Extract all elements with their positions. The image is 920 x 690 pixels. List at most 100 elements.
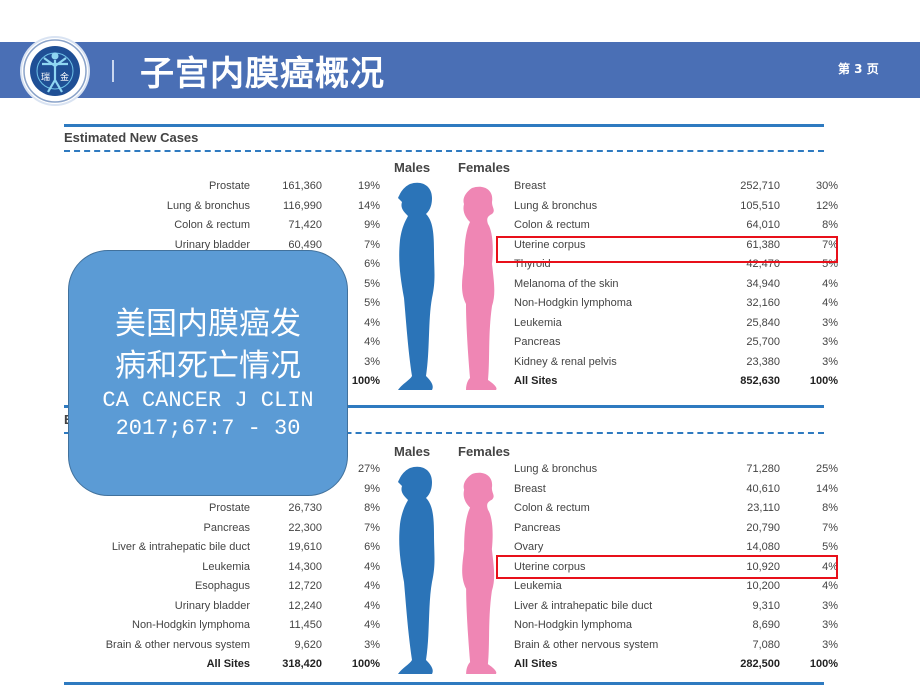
table-row: Liver & intrahepatic bile duct 19,610 6%	[0, 541, 380, 560]
table-row: All Sites 318,420 100%	[0, 658, 380, 677]
cell-count: 161,360	[282, 180, 322, 192]
header-bar	[0, 42, 920, 98]
male-silhouette-icon	[398, 182, 435, 390]
cell-pct: 5%	[822, 541, 838, 553]
table-row: Pancreas 20,790 7%	[514, 522, 844, 541]
table-row: Breast 252,710 30%	[514, 180, 844, 199]
cell-count: 852,630	[740, 375, 780, 387]
table-row: Kidney & renal pelvis 23,380 3%	[514, 356, 844, 375]
table-row: All Sites 282,500 100%	[514, 658, 844, 677]
table-row: Lung & bronchus 116,990 14%	[0, 200, 380, 219]
cell-pct: 4%	[364, 599, 380, 612]
uterine-corpus-highlight-deaths	[496, 555, 838, 579]
cell-pct: 4%	[364, 560, 380, 573]
callout-line-2: 病和死亡情况	[115, 348, 301, 384]
cell-count: 8,690	[752, 619, 780, 631]
table-row: Prostate 161,360 19%	[0, 180, 380, 199]
cell-pct: 14%	[357, 199, 380, 212]
callout-box: 美国内膜癌发 病和死亡情况 CA CANCER J CLIN 2017;67:7…	[68, 250, 348, 496]
cell-pct: 14%	[815, 482, 838, 495]
cell-count: 25,840	[746, 316, 780, 329]
table-row: Non-Hodgkin lymphoma 8,690 3%	[514, 619, 844, 638]
cell-site: Non-Hodgkin lymphoma	[132, 619, 250, 631]
logo-char-left: 瑞	[41, 71, 50, 83]
cell-pct: 100%	[351, 658, 380, 670]
cell-site: Lung & bronchus	[166, 199, 250, 212]
cell-count: 12,240	[288, 599, 322, 612]
cell-site: Liver & intrahepatic bile duct	[111, 541, 250, 553]
cell-count: 14,300	[288, 560, 322, 573]
cell-pct: 19%	[357, 180, 380, 192]
table-row: Urinary bladder 12,240 4%	[0, 600, 380, 619]
cell-site: All Sites	[206, 658, 250, 670]
cell-count: 12,720	[288, 580, 322, 592]
females-header: Females	[458, 444, 511, 459]
cell-site: Brain & other nervous system	[105, 638, 250, 651]
cell-pct: 3%	[822, 355, 838, 368]
cell-pct: 3%	[822, 316, 838, 329]
cell-site: Urinary bladder	[174, 238, 250, 251]
table-row: Lung & bronchus 71,280 25%	[514, 463, 844, 482]
cell-count: 9,620	[294, 638, 322, 651]
cell-count: 116,990	[283, 199, 322, 212]
cell-pct: 30%	[815, 180, 838, 192]
page-number: 第 3 页	[838, 62, 879, 76]
table-row: Breast 40,610 14%	[514, 483, 844, 502]
cell-count: 26,730	[288, 502, 322, 514]
new-cases-title: Estimated New Cases	[64, 130, 199, 145]
cell-site: Esophagus	[194, 580, 250, 592]
cell-pct: 8%	[822, 502, 838, 514]
section-rule-bottom	[64, 682, 824, 685]
cell-count: 20,790	[746, 521, 780, 534]
table-row: Leukemia 10,200 4%	[514, 580, 844, 599]
page-title: 子宫内膜癌概况	[140, 54, 385, 94]
cell-pct: 4%	[822, 277, 838, 290]
cell-count: 7,080	[752, 638, 780, 651]
cell-pct: 4%	[822, 297, 838, 309]
dashed-divider	[64, 150, 824, 152]
cell-pct: 9%	[364, 482, 380, 495]
cell-count: 23,380	[746, 355, 780, 368]
cell-pct: 8%	[364, 502, 380, 514]
table-row: Non-Hodgkin lymphoma 32,160 4%	[514, 297, 844, 316]
callout-citation-volume: 2017;67:7 - 30	[115, 416, 301, 441]
cell-pct: 4%	[364, 619, 380, 631]
table-row: Liver & intrahepatic bile duct 9,310 3%	[514, 600, 844, 619]
cell-pct: 3%	[822, 619, 838, 631]
females-header: Females	[458, 160, 511, 175]
cell-pct: 7%	[364, 238, 380, 251]
table-row: Lung & bronchus 105,510 12%	[514, 200, 844, 219]
cell-count: 71,420	[288, 219, 322, 231]
table-row: Brain & other nervous system 7,080 3%	[514, 639, 844, 658]
female-silhouette-icon	[462, 186, 497, 390]
cell-pct: 3%	[822, 599, 838, 612]
cell-pct: 3%	[822, 336, 838, 348]
hospital-emblem-icon: 瑞 金	[22, 38, 88, 104]
cell-count: 11,450	[289, 619, 322, 631]
cell-site: Urinary bladder	[174, 599, 250, 612]
callout-citation-journal: CA CANCER J CLIN	[102, 388, 314, 413]
cell-site: Prostate	[209, 502, 250, 514]
logo-char-right: 金	[60, 71, 69, 83]
cell-pct: 3%	[822, 638, 838, 651]
cell-pct: 3%	[364, 638, 380, 651]
cell-count: 64,010	[746, 219, 780, 231]
cell-pct: 6%	[364, 541, 380, 553]
table-row: Prostate 26,730 8%	[0, 502, 380, 521]
table-row: Leukemia 14,300 4%	[0, 561, 380, 580]
table-row: Pancreas 22,300 7%	[0, 522, 380, 541]
cell-site: Prostate	[209, 180, 250, 192]
table-row: Non-Hodgkin lymphoma 11,450 4%	[0, 619, 380, 638]
cell-pct: 7%	[822, 521, 838, 534]
males-header: Males	[394, 160, 431, 175]
cell-count: 40,610	[746, 482, 780, 495]
table-row: Colon & rectum 71,420 9%	[0, 219, 380, 238]
cell-count: 19,610	[288, 541, 322, 553]
cell-site: Pancreas	[203, 521, 250, 534]
cell-pct: 9%	[364, 219, 380, 231]
table-row: Brain & other nervous system 9,620 3%	[0, 639, 380, 658]
cell-count: 14,080	[746, 541, 780, 553]
cell-pct: 25%	[815, 463, 838, 475]
cell-pct: 12%	[815, 199, 838, 212]
cell-pct: 8%	[822, 219, 838, 231]
